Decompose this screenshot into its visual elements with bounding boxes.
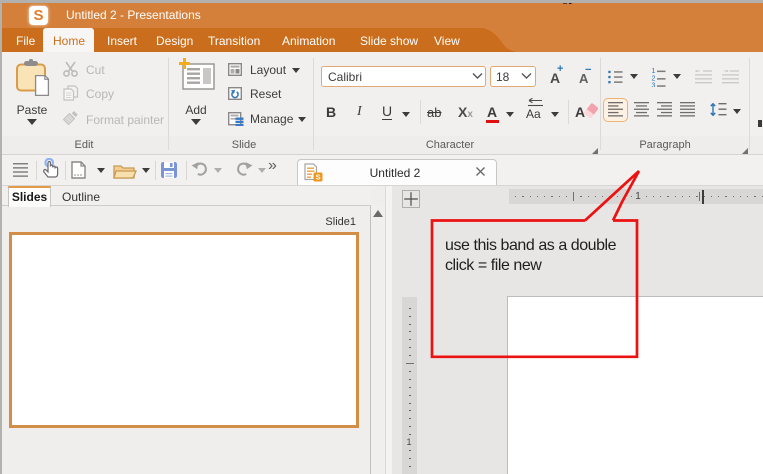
svg-text:1: 1 [652, 68, 656, 75]
svg-text:S: S [316, 173, 321, 182]
svg-text:2: 2 [652, 76, 656, 83]
svg-text:3: 3 [652, 83, 656, 88]
